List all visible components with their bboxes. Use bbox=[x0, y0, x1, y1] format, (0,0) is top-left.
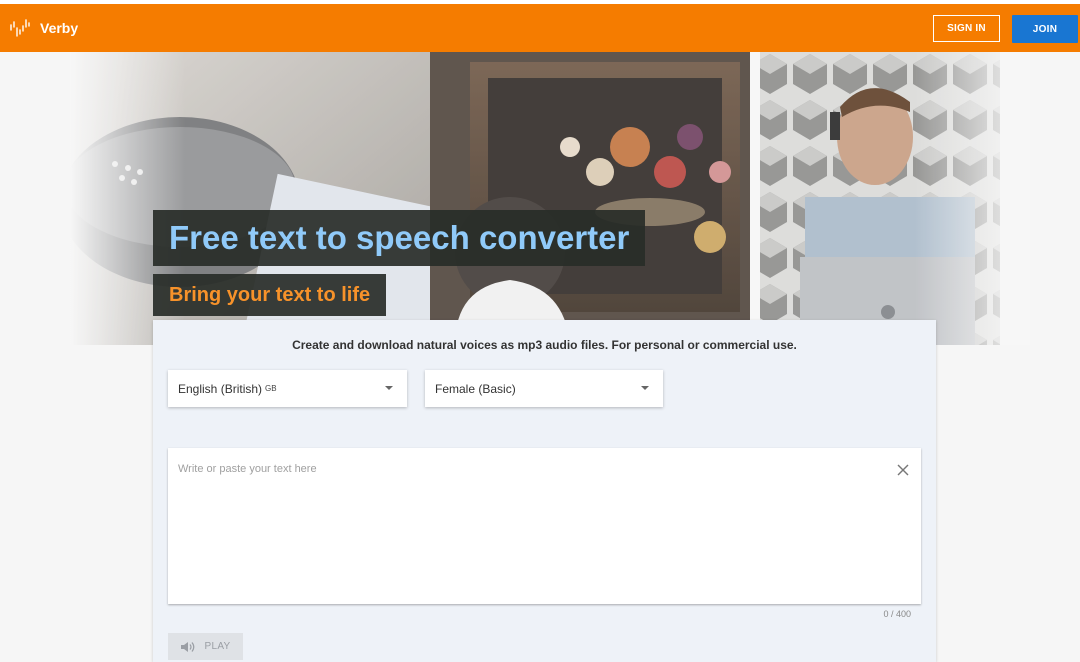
hero-subtitle: Bring your text to life bbox=[169, 283, 371, 306]
caret-down-icon bbox=[641, 386, 649, 390]
hero-title-box: Free text to speech converter bbox=[153, 210, 646, 266]
language-flag: GB bbox=[265, 384, 277, 393]
join-button[interactable]: JOIN bbox=[1012, 15, 1078, 43]
play-button[interactable]: PLAY bbox=[168, 633, 243, 660]
character-counter: 0 / 400 bbox=[883, 609, 911, 619]
app-bar: Verby SIGN IN JOIN bbox=[0, 4, 1080, 52]
hero-title: Free text to speech converter bbox=[169, 219, 630, 256]
play-label: PLAY bbox=[204, 641, 231, 652]
speaker-icon bbox=[181, 641, 195, 652]
voice-value: Female (Basic) bbox=[435, 381, 516, 396]
brand-name: Verby bbox=[40, 20, 79, 36]
hero-banner: Free text to speech converter Bring your… bbox=[0, 52, 1080, 345]
waveform-icon bbox=[10, 19, 30, 37]
hero-subtitle-box: Bring your text to life bbox=[153, 274, 387, 316]
caret-down-icon bbox=[385, 386, 393, 390]
text-input-area[interactable]: Write or paste your text here bbox=[168, 448, 921, 604]
language-value: English (British) bbox=[178, 381, 263, 396]
sign-in-button[interactable]: SIGN IN bbox=[933, 15, 1000, 42]
language-select[interactable]: English (British) GB bbox=[168, 370, 407, 407]
text-placeholder: Write or paste your text here bbox=[178, 463, 317, 475]
converter-card: Create and download natural voices as mp… bbox=[153, 320, 936, 662]
close-icon[interactable] bbox=[896, 463, 910, 477]
voice-select[interactable]: Female (Basic) bbox=[425, 370, 663, 407]
logo[interactable]: Verby bbox=[9, 4, 78, 52]
converter-tagline: Create and download natural voices as mp… bbox=[292, 338, 797, 352]
